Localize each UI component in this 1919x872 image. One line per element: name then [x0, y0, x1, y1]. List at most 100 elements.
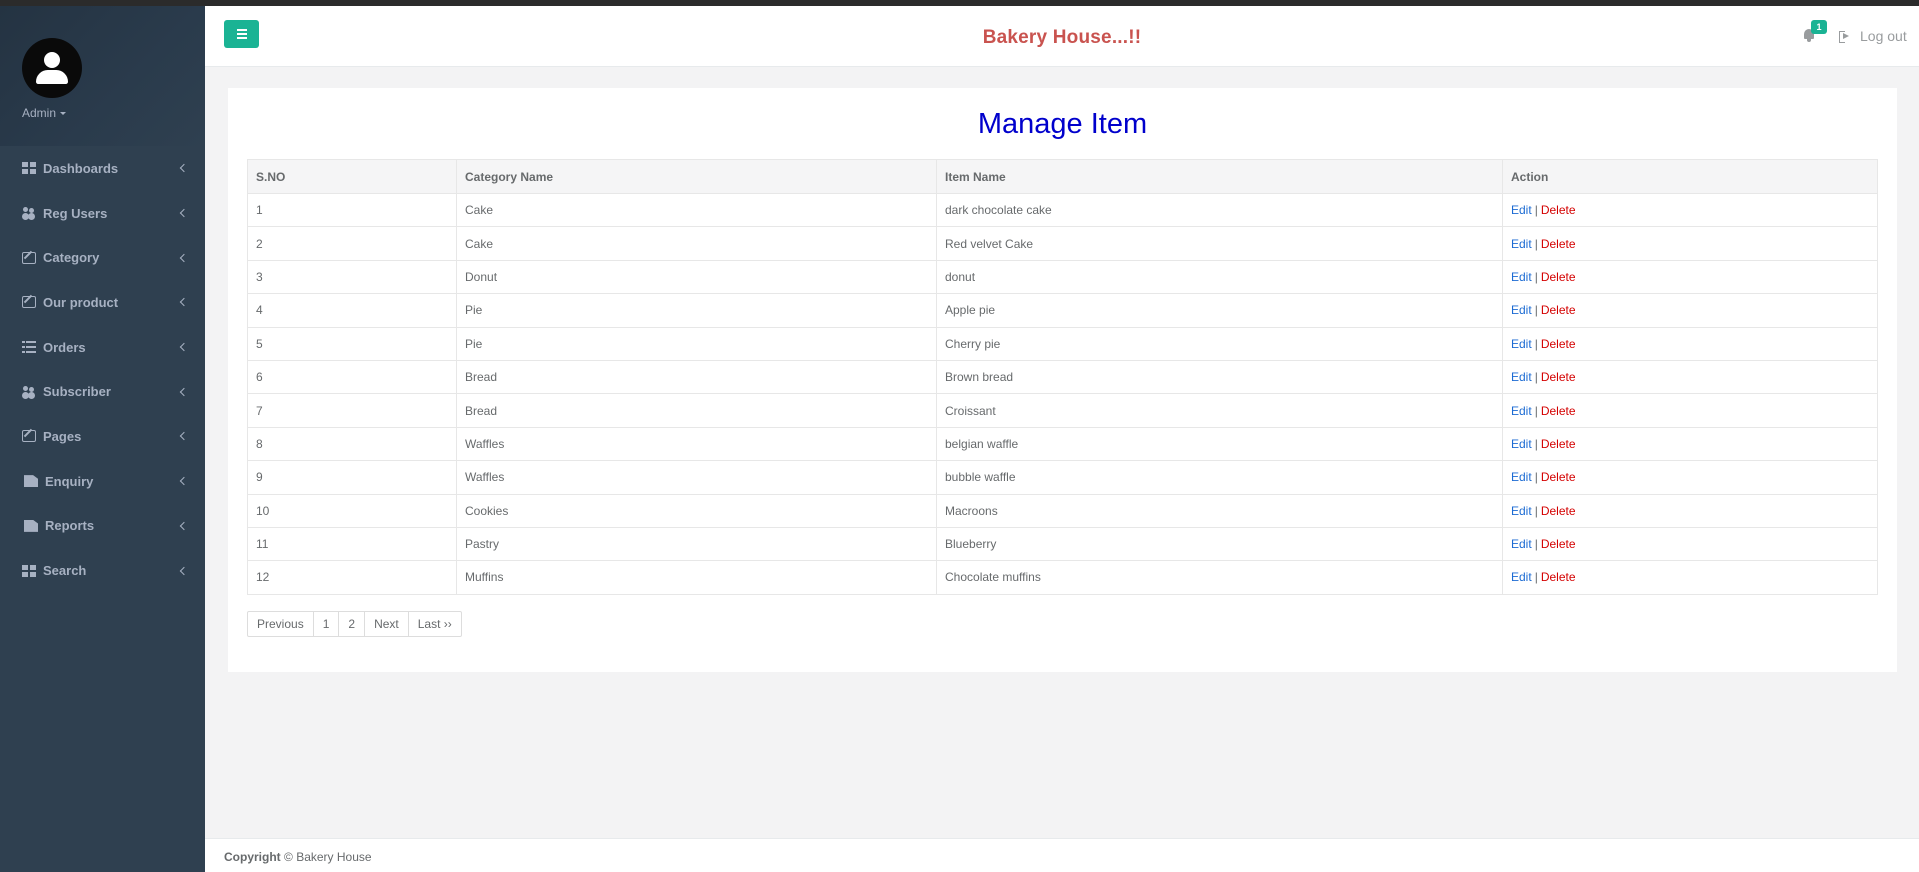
cell-action: Edit | Delete	[1502, 192, 1878, 228]
logout-label: Log out	[1860, 28, 1907, 44]
cell-item: donut	[936, 259, 1503, 295]
sidebar-item-label: Category	[43, 250, 100, 266]
th-large-icon	[22, 564, 36, 577]
edit-link[interactable]: Edit	[1511, 437, 1532, 451]
file-icon	[24, 519, 38, 532]
table-row: 3 Donut donut Edit | Delete	[247, 259, 1878, 295]
cell-item: Macroons	[936, 493, 1503, 528]
edit-link[interactable]: Edit	[1511, 237, 1532, 251]
edit-link[interactable]: Edit	[1511, 470, 1532, 484]
table-header-row: S.NO Category Name Item Name Action	[247, 159, 1878, 194]
edit-link[interactable]: Edit	[1511, 270, 1532, 284]
cell-action: Edit | Delete	[1502, 326, 1878, 361]
cell-category: Donut	[456, 259, 937, 295]
edit-link[interactable]: Edit	[1511, 537, 1532, 551]
profile-header: Admin	[0, 6, 205, 146]
action-separator: |	[1534, 436, 1538, 451]
delete-link[interactable]: Delete	[1541, 270, 1576, 284]
table-row: 9 Waffles bubble waffle Edit | Delete	[247, 460, 1878, 495]
cell-category: Pie	[456, 293, 937, 328]
cell-category: Pastry	[456, 526, 937, 562]
column-header-sno: S.NO	[247, 159, 457, 194]
cell-action: Edit | Delete	[1502, 526, 1878, 562]
edit-link[interactable]: Edit	[1511, 370, 1532, 384]
delete-link[interactable]: Delete	[1541, 203, 1576, 217]
cell-category: Waffles	[456, 460, 937, 495]
delete-link[interactable]: Delete	[1541, 337, 1576, 351]
delete-link[interactable]: Delete	[1541, 470, 1576, 484]
cell-category: Muffins	[456, 560, 937, 595]
action-separator: |	[1534, 470, 1538, 485]
delete-link[interactable]: Delete	[1541, 370, 1576, 384]
edit-link[interactable]: Edit	[1511, 203, 1532, 217]
users-icon	[22, 385, 36, 398]
th-large-icon	[22, 162, 36, 175]
cell-sno: 6	[247, 359, 457, 395]
avatar[interactable]	[22, 38, 82, 98]
action-separator: |	[1534, 236, 1538, 251]
chevron-left-icon	[179, 253, 189, 262]
delete-link[interactable]: Delete	[1541, 404, 1576, 418]
cell-sno: 5	[247, 326, 457, 361]
file-icon	[24, 475, 38, 488]
edit-icon	[22, 296, 36, 309]
delete-link[interactable]: Delete	[1541, 537, 1576, 551]
chevron-left-icon	[179, 476, 189, 486]
pagination-next[interactable]: Next	[364, 611, 409, 637]
cell-item: Brown bread	[936, 359, 1503, 395]
sidebar-item-category[interactable]: Category	[0, 235, 205, 280]
edit-link[interactable]: Edit	[1511, 404, 1532, 418]
sidebar-nav: Dashboards Reg Users Category Our produc…	[0, 146, 205, 593]
cell-category: Waffles	[456, 426, 937, 462]
pagination-page-1[interactable]: 1	[312, 611, 340, 637]
chevron-left-icon	[179, 342, 189, 352]
table-row: 6 Bread Brown bread Edit | Delete	[247, 359, 1878, 395]
action-separator: |	[1534, 336, 1538, 351]
sign-out-icon	[1839, 31, 1850, 43]
delete-link[interactable]: Delete	[1541, 237, 1576, 251]
pagination-previous[interactable]: Previous	[247, 611, 314, 637]
edit-link[interactable]: Edit	[1511, 337, 1532, 351]
edit-link[interactable]: Edit	[1511, 570, 1532, 584]
chevron-left-icon	[179, 387, 189, 397]
delete-link[interactable]: Delete	[1541, 437, 1576, 451]
sidebar-item-pages[interactable]: Pages	[0, 414, 205, 459]
edit-link[interactable]: Edit	[1511, 303, 1532, 317]
sidebar-item-orders[interactable]: Orders	[0, 325, 205, 370]
cell-sno: 12	[247, 560, 457, 595]
cell-category: Bread	[456, 359, 937, 395]
table-row: 11 Pastry Blueberry Edit | Delete	[247, 526, 1878, 562]
pagination-last[interactable]: Last ››	[407, 611, 462, 637]
cell-item: Chocolate muffins	[936, 560, 1503, 595]
action-separator: |	[1534, 303, 1538, 318]
cell-category: Cake	[456, 226, 937, 261]
sidebar-item-label: Our product	[43, 294, 119, 310]
action-separator: |	[1534, 269, 1538, 284]
sidebar-item-reports[interactable]: Reports	[0, 504, 205, 549]
delete-link[interactable]: Delete	[1541, 570, 1576, 584]
column-header-item: Item Name	[936, 159, 1503, 194]
logout-link[interactable]: Log out	[1839, 28, 1907, 44]
edit-icon	[22, 430, 36, 443]
column-header-action: Action	[1502, 159, 1878, 194]
table-row: 2 Cake Red velvet Cake Edit | Delete	[247, 226, 1878, 261]
edit-link[interactable]: Edit	[1511, 504, 1532, 518]
cell-action: Edit | Delete	[1502, 226, 1878, 261]
bell-clapper	[1807, 39, 1811, 42]
sidebar-item-our-product[interactable]: Our product	[0, 280, 205, 325]
brand-title: Bakery House...!!	[982, 27, 1142, 48]
delete-link[interactable]: Delete	[1541, 303, 1576, 317]
sidebar-item-search[interactable]: Search	[0, 548, 205, 593]
footer: Copyright © Bakery House	[205, 838, 1919, 872]
cell-item: Croissant	[936, 393, 1503, 428]
cell-category: Pie	[456, 326, 937, 361]
pagination-page-2[interactable]: 2	[338, 611, 366, 637]
cell-sno: 10	[247, 493, 457, 528]
sidebar-item-enquiry[interactable]: Enquiry	[0, 459, 205, 504]
delete-link[interactable]: Delete	[1541, 504, 1576, 518]
sidebar-item-reg-users[interactable]: Reg Users	[0, 191, 205, 236]
sidebar-item-subscriber[interactable]: Subscriber	[0, 369, 205, 414]
cell-action: Edit | Delete	[1502, 259, 1878, 295]
user-menu-toggle[interactable]: Admin	[22, 106, 67, 120]
sidebar-item-dashboards[interactable]: Dashboards	[0, 146, 205, 191]
